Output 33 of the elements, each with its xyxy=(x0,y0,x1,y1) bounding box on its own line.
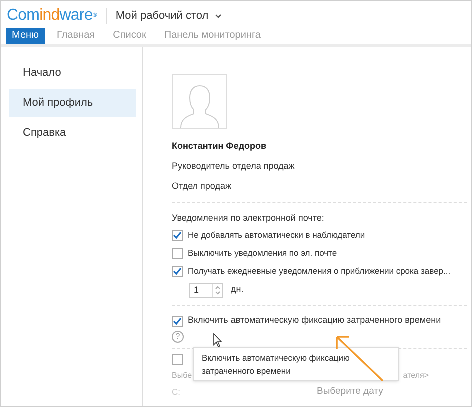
sidebar-item[interactable]: Мой профиль xyxy=(9,89,136,117)
date-field[interactable]: Выберите дату xyxy=(317,384,384,400)
help-icon[interactable]: ? xyxy=(172,331,184,343)
sidebar-item[interactable]: Справка xyxy=(9,119,136,147)
spinner-icon xyxy=(212,284,222,296)
checkbox-label: Не добавлять автоматически в наблюдатели xyxy=(188,228,366,242)
tab[interactable]: Главная xyxy=(51,28,102,44)
checkbox-label: Выключить уведомления по эл. почте xyxy=(188,246,338,260)
section-heading: Уведомления по электронной почте: xyxy=(172,212,326,225)
checkbox[interactable] xyxy=(172,230,183,240)
tab[interactable]: Панель мониторинга xyxy=(158,28,267,44)
unit-label: дн. xyxy=(231,283,244,296)
field-label: Выбе xyxy=(172,370,192,382)
workspace-dropdown[interactable]: Мой рабочий стол xyxy=(116,8,222,24)
tab[interactable]: Меню xyxy=(6,28,46,44)
field-label: ателя> xyxy=(403,370,430,382)
tooltip: Включить автоматическую фиксацию затраченного времени xyxy=(193,347,399,381)
number-field[interactable]: 1 xyxy=(189,282,223,298)
checkbox[interactable] xyxy=(172,266,183,276)
sidebar-item[interactable]: Начало xyxy=(9,59,136,87)
job-title: Руководитель отдела продаж xyxy=(172,160,296,173)
tab[interactable]: Список xyxy=(107,28,152,44)
logo: Comindware$^{®}$ xyxy=(7,6,97,26)
checkbox-label: Получать ежедневные уведомления о приближении срока завер... xyxy=(188,264,451,278)
avatar-placeholder xyxy=(172,74,227,129)
cursor-icon xyxy=(213,333,223,348)
user-name: Константин Федоров xyxy=(172,140,268,153)
checkbox[interactable] xyxy=(172,354,183,365)
checkbox[interactable] xyxy=(172,248,183,258)
caret-icon xyxy=(214,14,222,18)
checkbox-label: Включить автоматическую фиксацию затраченного времени xyxy=(188,314,442,328)
checkbox[interactable] xyxy=(172,316,183,326)
department: Отдел продаж xyxy=(172,180,232,193)
